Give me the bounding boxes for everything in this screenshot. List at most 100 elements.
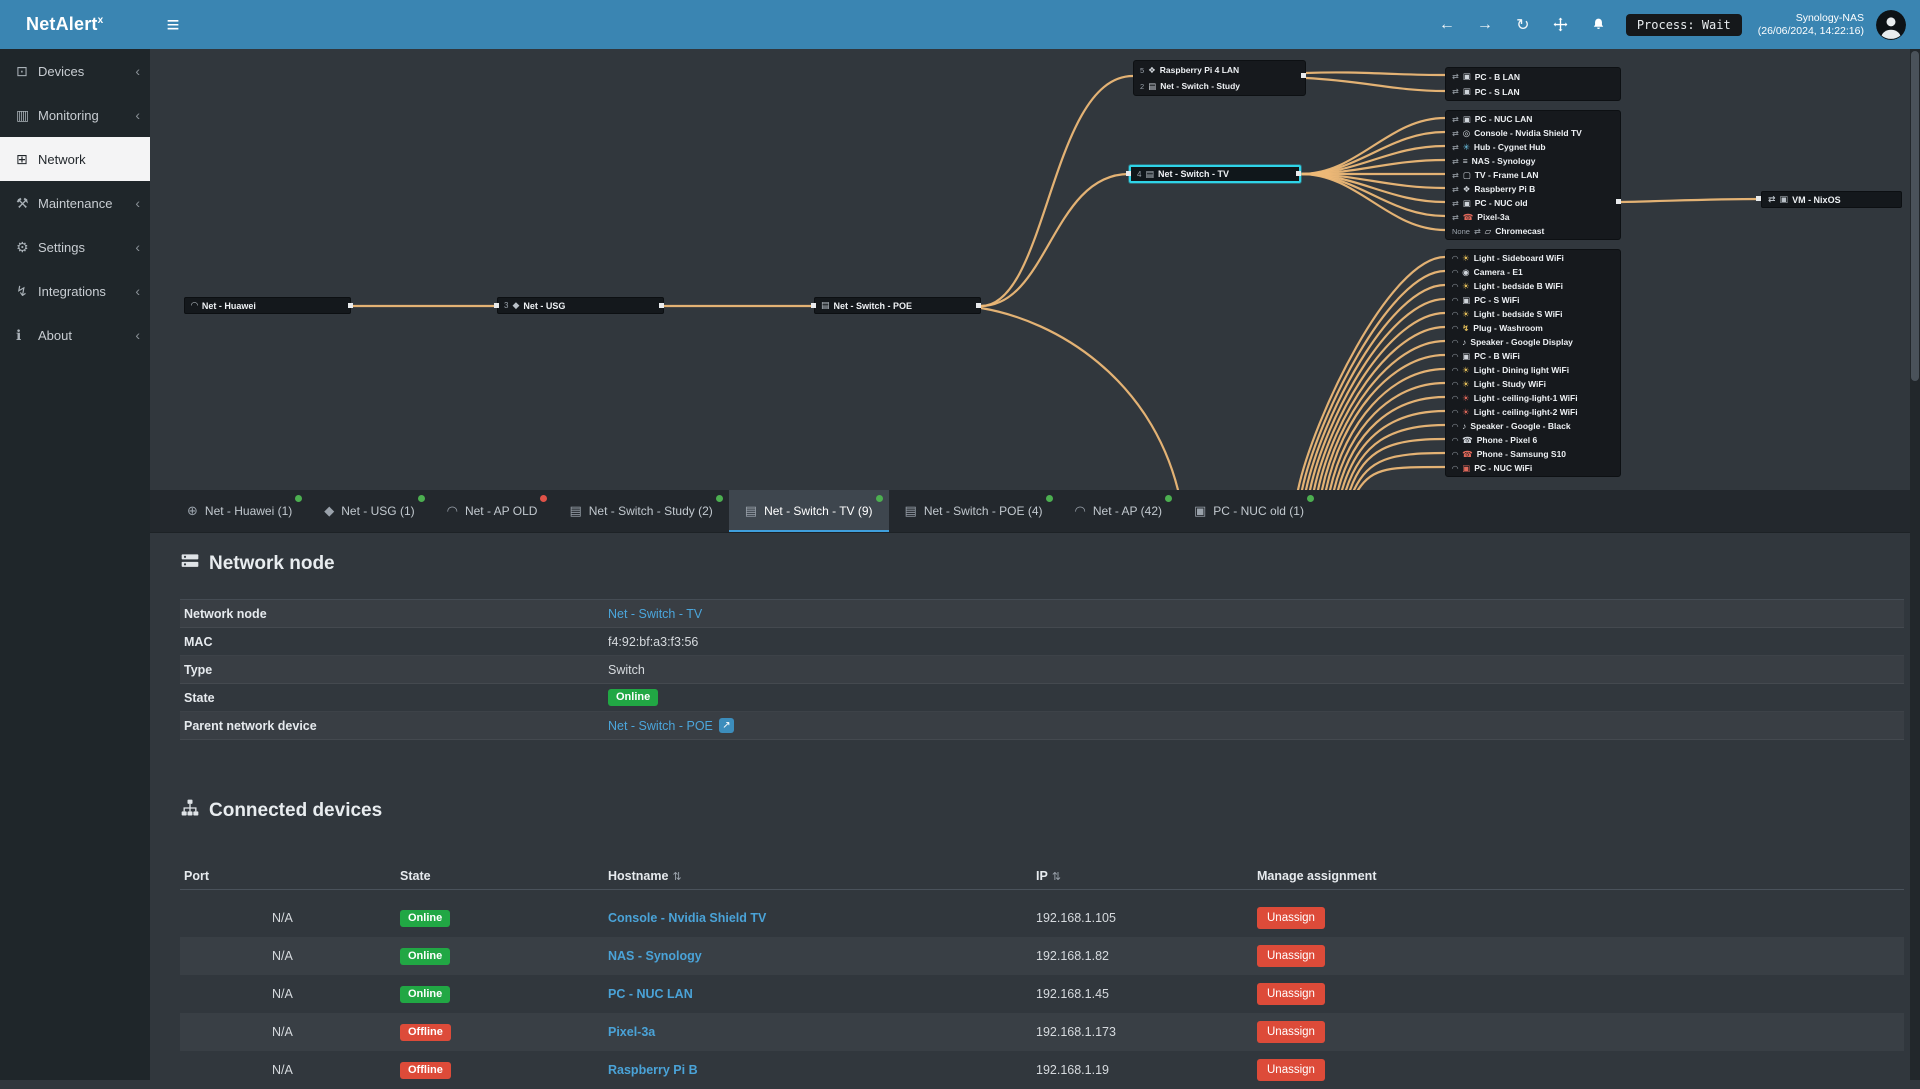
field-link[interactable]: Net - Switch - TV (608, 607, 702, 621)
sort-icon[interactable]: ⇅ (672, 871, 681, 883)
hostname-link[interactable]: NAS - Synology (608, 949, 702, 963)
menu-toggle-icon[interactable]: ≡ (150, 12, 196, 38)
diagram-device-row[interactable]: ◠ ☀ Light - Study WiFi (1446, 377, 1620, 391)
diagram-device-row[interactable]: ⇄ ❖ Raspberry Pi B (1446, 182, 1620, 196)
diagram-device-row[interactable]: ⇄ ✳ Hub - Cygnet Hub (1446, 140, 1620, 154)
device-name: Light - ceiling-light-2 WiFi (1473, 407, 1578, 417)
unassign-button[interactable]: Unassign (1257, 1059, 1325, 1081)
unassign-button[interactable]: Unassign (1257, 1021, 1325, 1043)
refresh-icon[interactable]: ↻ (1514, 15, 1532, 35)
diagram-device-row[interactable]: ⇄ ▣ PC - B LAN (1446, 69, 1620, 84)
field-value: Net - Switch - POE ↗ (608, 718, 734, 733)
sidebar-item[interactable]: ↯ Integrations ‹ (0, 269, 150, 313)
field-link[interactable]: Net - Switch - POE (608, 719, 713, 733)
hostname-link[interactable]: Console - Nvidia Shield TV (608, 911, 766, 925)
diagram-device-row[interactable]: ◠ ☀ Light - Sideboard WiFi (1446, 251, 1620, 265)
node-net-switch-tv-selected[interactable]: 4 ▤ Net - Switch - TV (1129, 165, 1301, 183)
diagram-device-row[interactable]: 2 ▤ Net - Switch - Study (1134, 78, 1305, 94)
diagram-device-row[interactable]: ⇄ ◎ Console - Nvidia Shield TV (1446, 126, 1620, 140)
diagram-device-row[interactable]: ⇄ ☎ Pixel-3a (1446, 210, 1620, 224)
scrollbar-thumb[interactable] (1911, 51, 1919, 381)
manage-cell: Unassign (1257, 1059, 1904, 1081)
diagram-device-row[interactable]: ◠ ☀ Light - bedside S WiFi (1446, 307, 1620, 321)
sidebar-item[interactable]: ⚙ Settings ‹ (0, 225, 150, 269)
light-icon: ☀ (1462, 392, 1470, 403)
node-net-usg[interactable]: 3 ◆ Net - USG (497, 297, 664, 314)
hostname-cell: PC - NUC LAN (608, 987, 1036, 1001)
external-link-icon[interactable]: ↗ (718, 718, 734, 733)
sidebar-item[interactable]: ℹ About ‹ (0, 313, 150, 357)
diagram-device-row[interactable]: ⇄ ≡ NAS - Synology (1446, 154, 1620, 168)
device-name: PC - S LAN (1474, 86, 1520, 97)
app-logo[interactable]: NetAlert x (0, 0, 150, 49)
hostname-link[interactable]: PC - NUC LAN (608, 987, 693, 1001)
diagram-device-row[interactable]: ◠ ▣ PC - B WiFi (1446, 349, 1620, 363)
status-dot (1306, 495, 1314, 502)
diagram-device-row[interactable]: ◠ ↯ Plug - Washroom (1446, 321, 1620, 335)
column-header-ip[interactable]: IP ⇅ (1036, 869, 1257, 883)
switch-icon: ▤ (1148, 80, 1157, 91)
app-title-sup: x (97, 15, 104, 26)
device-name: Console - Nvidia Shield TV (1474, 128, 1582, 138)
move-icon[interactable] (1552, 17, 1570, 32)
forward-icon[interactable]: → (1476, 16, 1494, 34)
tab[interactable]: ◆ Net - USG (1) (308, 490, 430, 532)
diagram-device-row[interactable]: ◠ ☀ Light - bedside B WiFi (1446, 279, 1620, 293)
wifi-connection-icon: ◠ (1452, 379, 1459, 389)
connector-dot (811, 303, 816, 308)
tab[interactable]: ⊕ Net - Huawei (1) (171, 490, 308, 532)
diagram-device-row[interactable]: ◠ ◉ Camera - E1 (1446, 265, 1620, 279)
bell-icon[interactable] (1590, 17, 1608, 32)
port-cell: N/A (272, 949, 293, 963)
tab[interactable]: ▤ Net - Switch - POE (4) (889, 490, 1059, 532)
tab[interactable]: ▣ PC - NUC old (1) (1178, 490, 1320, 532)
gateway-icon: ◆ (512, 300, 520, 310)
tab[interactable]: ▤ Net - Switch - Study (2) (553, 490, 728, 532)
diagram-device-row[interactable]: ⇄ ▣ PC - NUC old (1446, 196, 1620, 210)
diagram-device-row[interactable]: ◠ ☀ Light - ceiling-light-2 WiFi (1446, 405, 1620, 419)
diagram-device-row[interactable]: 5 ❖ Raspberry Pi 4 LAN (1134, 62, 1305, 78)
node-net-switch-poe[interactable]: ▤ Net - Switch - POE (814, 297, 981, 314)
status-badge: Online (608, 689, 659, 706)
ethernet-icon: ⇄ (1768, 194, 1776, 204)
column-header-hostname[interactable]: Hostname ⇅ (608, 869, 1036, 883)
sort-icon[interactable]: ⇅ (1052, 871, 1061, 883)
tab[interactable]: ◠ Net - AP (42) (1059, 490, 1178, 532)
sidebar-item[interactable]: ⊞ Network ‹ (0, 137, 150, 181)
sidebar-item[interactable]: ⚒ Maintenance ‹ (0, 181, 150, 225)
avatar[interactable] (1876, 9, 1906, 40)
diagram-device-row[interactable]: ◠ ▣ PC - NUC WiFi (1446, 461, 1620, 475)
diagram-device-row[interactable]: None ⇄ ▱ Chromecast (1446, 224, 1620, 238)
back-icon[interactable]: ← (1438, 16, 1456, 34)
unassign-button[interactable]: Unassign (1257, 907, 1325, 929)
tab[interactable]: ▤ Net - Switch - TV (9) (728, 490, 889, 532)
diagram-device-row[interactable]: ◠ ☀ Light - ceiling-light-1 WiFi (1446, 391, 1620, 405)
scrollbar[interactable] (1910, 49, 1920, 1080)
tab-label: Net - Switch - Study (2) (588, 504, 713, 518)
hostname-link[interactable]: Pixel-3a (608, 1025, 655, 1039)
status-badge: Offline (400, 1061, 451, 1079)
sidebar-item[interactable]: ▥ Monitoring ‹ (0, 93, 150, 137)
diagram-device-row[interactable]: ⇄ ▣ PC - NUC LAN (1446, 112, 1620, 126)
unassign-button[interactable]: Unassign (1257, 983, 1325, 1005)
diagram-device-row[interactable]: ◠ ☎ Phone - Samsung S10 (1446, 447, 1620, 461)
diagram-device-row[interactable]: ◠ ♪ Speaker - Google - Black (1446, 419, 1620, 433)
node-vm-nixos[interactable]: ⇄ ▣ VM - NixOS (1761, 191, 1902, 208)
diagram-device-row[interactable]: ⇄ ▢ TV - Frame LAN (1446, 168, 1620, 182)
diagram-device-row[interactable]: ⇄ ▣ PC - S LAN (1446, 84, 1620, 99)
unassign-button[interactable]: Unassign (1257, 945, 1325, 967)
device-name: PC - B WiFi (1474, 351, 1520, 361)
diagram-device-row[interactable]: ◠ ☀ Light - Dining light WiFi (1446, 363, 1620, 377)
diagram-device-row[interactable]: ◠ ▣ PC - S WiFi (1446, 293, 1620, 307)
hostname-link[interactable]: Raspberry Pi B (608, 1063, 698, 1077)
device-name: NAS - Synology (1471, 156, 1536, 166)
device-name: Light - Study WiFi (1473, 379, 1546, 389)
node-label: Net - Switch - TV (1157, 169, 1229, 179)
sidebar-item[interactable]: ⊡ Devices ‹ (0, 49, 150, 93)
node-net-huawei[interactable]: ◠ Net - Huawei (184, 297, 351, 314)
diagram-device-row[interactable]: ◠ ☎ Phone - Pixel 6 (1446, 433, 1620, 447)
wifi-connection-icon: ◠ (1452, 281, 1459, 291)
section-title-text: Connected devices (209, 800, 383, 821)
tab[interactable]: ◠ Net - AP OLD (431, 490, 554, 532)
diagram-device-row[interactable]: ◠ ♪ Speaker - Google Display (1446, 335, 1620, 349)
